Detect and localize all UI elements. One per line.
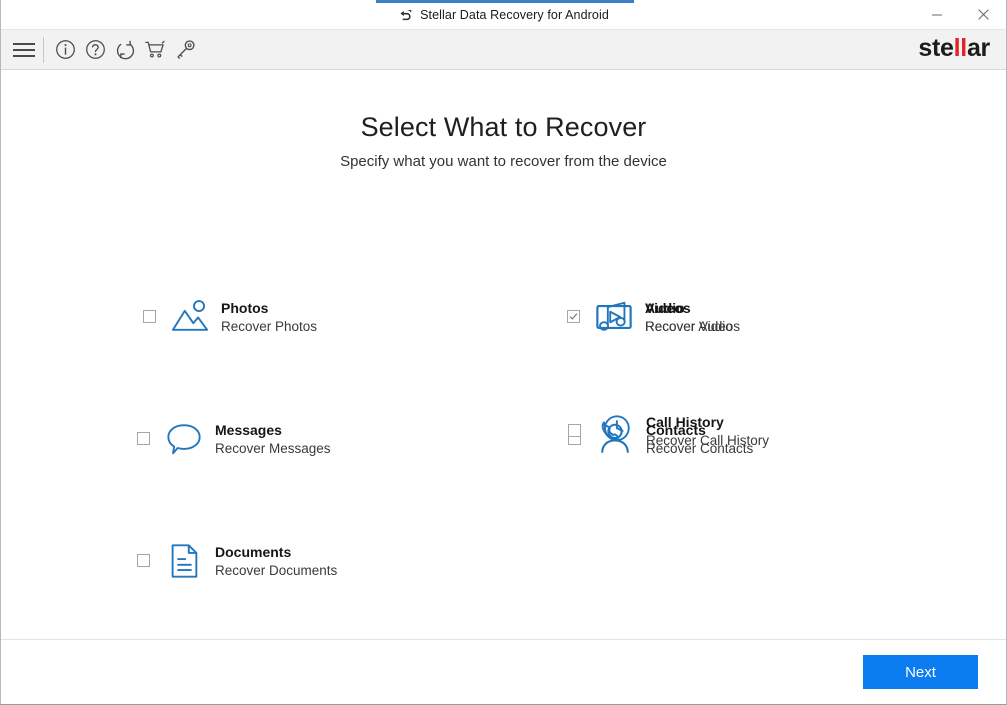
option-text: Call History Recover Call History (646, 410, 769, 451)
info-icon[interactable] (50, 34, 80, 66)
title-bar: Stellar Data Recovery for Android (1, 0, 1006, 30)
option-cell: Contacts Recover Contacts (285, 418, 753, 460)
recovery-arrow-icon (398, 9, 413, 22)
option-subtitle: Recover Documents (215, 563, 338, 578)
key-icon[interactable] (170, 34, 200, 66)
option-subtitle: Recover Audio (645, 319, 733, 334)
window-title: Stellar Data Recovery for Android (420, 8, 609, 22)
message-icon (161, 418, 207, 460)
stellar-logo: stellar (918, 34, 996, 63)
option-call-history[interactable]: Call History Recover Call History (568, 410, 769, 452)
audio-icon (591, 296, 637, 338)
app-window: Stellar Data Recovery for Android stella… (0, 0, 1007, 705)
minimize-button[interactable] (914, 0, 960, 29)
window-controls (914, 0, 1006, 29)
page-title: Select What to Recover (360, 112, 647, 142)
documents-icon (161, 540, 207, 582)
title-accent-bar (376, 0, 634, 3)
option-text: Documents Recover Documents (215, 540, 337, 581)
page-headings: Select What to Recover Specify what you … (1, 70, 1006, 170)
photo-icon (167, 296, 213, 338)
option-documents[interactable]: Documents Recover Documents (137, 540, 337, 582)
checkbox-call-history[interactable] (568, 424, 581, 437)
brand-text-mid: ll (953, 34, 968, 62)
recovery-options-grid: Photos Recover Photos Videos Recover Vid… (1, 296, 1006, 662)
option-cell: Photos Recover Photos (1, 296, 317, 338)
hamburger-menu-icon[interactable] (9, 34, 39, 66)
option-title: Documents (215, 544, 292, 560)
title-bar-center: Stellar Data Recovery for Android (398, 8, 609, 22)
help-icon[interactable] (80, 34, 110, 66)
options-row: Photos Recover Photos Videos Recover Vid… (1, 296, 1006, 418)
checkbox-documents[interactable] (137, 554, 150, 567)
option-title: Audio (645, 300, 685, 316)
cart-icon[interactable] (140, 34, 170, 66)
options-row: Messages Recover Messages Contacts Recov… (1, 414, 1006, 540)
checkbox-messages[interactable] (137, 432, 150, 445)
option-title: Call History (646, 414, 724, 430)
option-cell: Documents Recover Documents (1, 540, 337, 582)
call-history-icon (592, 410, 638, 452)
option-subtitle: Recover Call History (646, 433, 770, 448)
refresh-icon[interactable] (110, 34, 140, 66)
option-cell: Call History Recover Call History (568, 414, 848, 452)
page-subtitle: Specify what you want to recover from th… (340, 153, 667, 170)
brand-text-post: ar (966, 34, 990, 62)
checkbox-photos[interactable] (143, 310, 156, 323)
options-row: Documents Recover Documents (1, 540, 1006, 662)
main-content: Select What to Recover Specify what you … (1, 70, 1006, 639)
option-audio[interactable]: Audio Recover Audio (567, 296, 733, 338)
close-button[interactable] (960, 0, 1006, 29)
toolbar-divider (43, 36, 44, 63)
option-text: Audio Recover Audio (645, 296, 733, 337)
option-cell: Audio Recover Audio (567, 296, 847, 338)
option-cell: Videos Recover Videos (285, 296, 740, 338)
toolbar: stellar (1, 30, 1006, 70)
checkbox-audio[interactable] (567, 310, 580, 323)
option-cell: Messages Recover Messages (1, 418, 331, 460)
brand-text-pre: ste (918, 34, 954, 62)
